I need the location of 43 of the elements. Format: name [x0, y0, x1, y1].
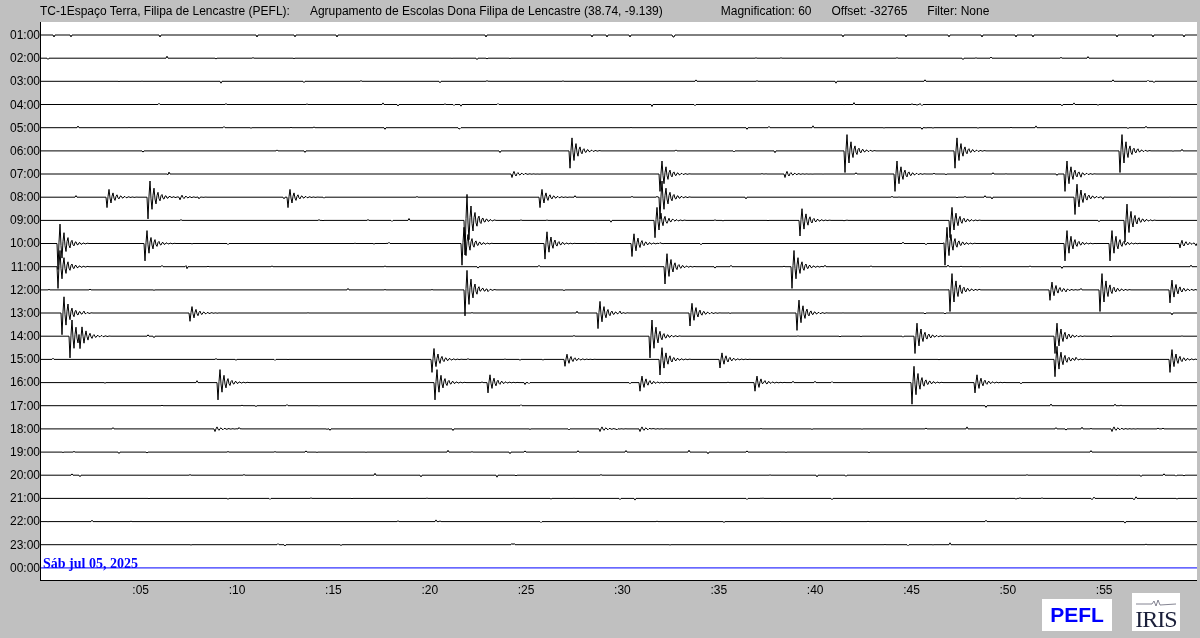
hour-label: 14:00 [9, 330, 40, 343]
network-logo: IRIS [1132, 593, 1180, 631]
hour-label: 01:00 [9, 29, 40, 42]
hour-label: 06:00 [9, 144, 40, 157]
hour-label: 07:00 [9, 168, 40, 180]
minute-label: :50 [999, 584, 1017, 596]
hour-label: 00:00 [9, 561, 40, 574]
filter-label: Filter: None [927, 3, 990, 20]
hour-label: 18:00 [9, 422, 40, 435]
hour-label: 11:00 [10, 260, 40, 273]
minute-label: :25 [517, 584, 535, 596]
minute-label: :45 [903, 584, 920, 596]
hour-label: 22:00 [9, 515, 40, 528]
site-name: Agrupamento de Escolas Dona Filipa de Lencastre (38.74, -9.139) [309, 3, 663, 20]
minute-label: :40 [806, 584, 824, 596]
waveform-icon [1134, 599, 1178, 607]
hour-label: 08:00 [9, 191, 40, 204]
minute-label: :20 [421, 584, 439, 596]
station-logo: PEFL [1042, 599, 1112, 631]
station-name: TC-1Espaço Terra, Filipa de Lencastre (PEFL): [40, 3, 290, 20]
minute-label: :35 [710, 584, 728, 596]
offset-label: Offset: -32765 [831, 3, 908, 20]
magnification-label: Magnification: 60 [720, 3, 812, 20]
hour-label: 09:00 [9, 214, 40, 227]
hour-label: 05:00 [9, 121, 40, 134]
hour-label: 04:00 [9, 98, 40, 111]
minute-label: :15 [325, 584, 342, 596]
hour-label: 03:00 [9, 75, 40, 88]
hour-label: 21:00 [9, 492, 40, 505]
hour-label: 13:00 [9, 306, 40, 319]
minute-label: :30 [614, 584, 631, 596]
hour-label: 17:00 [9, 399, 40, 412]
hour-label: 23:00 [9, 538, 40, 551]
hour-label: 16:00 [9, 376, 40, 389]
hour-label: 02:00 [9, 52, 40, 65]
hour-label: 15:00 [9, 353, 40, 366]
hour-label: 10:00 [9, 237, 40, 250]
minute-label: :55 [1095, 584, 1113, 596]
minute-label: :05 [132, 584, 150, 596]
hour-label: 20:00 [9, 469, 40, 482]
hour-label: 12:00 [9, 283, 40, 296]
minute-label: :10 [228, 584, 246, 596]
hour-label: 19:00 [9, 445, 40, 458]
